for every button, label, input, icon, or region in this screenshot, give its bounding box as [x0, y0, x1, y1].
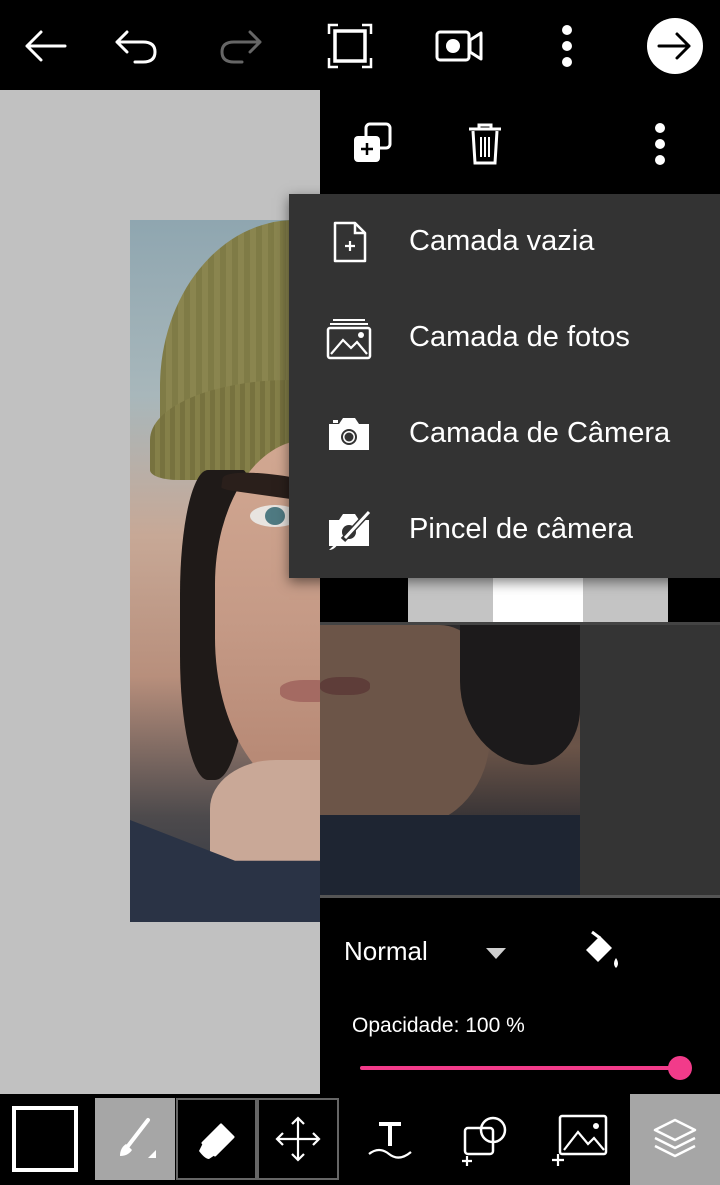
layer-thumbnail — [320, 625, 580, 895]
image-add-icon — [552, 1114, 608, 1166]
thumb-shirt — [320, 815, 580, 895]
menu-item-photo-layer[interactable]: Camada de fotos — [289, 290, 720, 386]
more-vertical-icon[interactable] — [535, 14, 599, 78]
paint-bucket-icon[interactable] — [570, 920, 630, 980]
blank-file-plus-icon — [323, 218, 375, 266]
more-vertical-icon[interactable] — [632, 116, 688, 172]
layer-item-2[interactable] — [320, 625, 720, 895]
thumb-lip — [320, 677, 370, 695]
bottom-toolbar — [0, 1094, 720, 1185]
photo-icon — [323, 314, 375, 362]
slider-knob[interactable] — [668, 1056, 692, 1080]
layer-divider — [320, 895, 720, 898]
blend-mode-dropdown[interactable]: Normal — [344, 936, 428, 967]
menu-item-camera-brush[interactable]: Pincel de câmera — [289, 482, 720, 578]
brush-icon — [120, 1118, 156, 1158]
opacity-label: Opacidade: 100 % — [352, 1014, 525, 1037]
top-toolbar — [0, 0, 720, 90]
layers-tool[interactable] — [630, 1094, 720, 1185]
redo-icon[interactable] — [210, 14, 274, 78]
move-icon — [275, 1116, 321, 1162]
eraser-tool[interactable] — [176, 1098, 257, 1180]
fullscreen-icon[interactable] — [318, 14, 382, 78]
shape-tool[interactable] — [446, 1098, 526, 1180]
image-add-tool[interactable] — [546, 1098, 616, 1180]
video-record-icon[interactable] — [427, 14, 491, 78]
opacity-slider[interactable] — [360, 1056, 692, 1080]
add-layer-menu: Camada vazia Camada de fotos Camada de C… — [289, 194, 720, 578]
shape-add-icon — [462, 1116, 507, 1166]
menu-item-label: Camada de fotos — [409, 321, 630, 353]
slider-track — [360, 1066, 680, 1070]
back-arrow-icon[interactable] — [13, 14, 77, 78]
blend-mode-row: Normal — [320, 920, 720, 990]
chevron-down-icon[interactable] — [486, 948, 506, 959]
brush-tool[interactable] — [95, 1098, 175, 1180]
trash-icon[interactable] — [457, 116, 513, 172]
move-tool[interactable] — [257, 1098, 339, 1180]
camera-brush-icon — [323, 506, 375, 554]
menu-item-label: Pincel de câmera — [409, 513, 634, 545]
layer-toolbar — [320, 90, 720, 194]
next-arrow-icon[interactable] — [643, 14, 707, 78]
transparency-checker — [408, 578, 668, 622]
color-swatch[interactable] — [12, 1106, 78, 1172]
canvas-area[interactable] — [0, 90, 320, 1094]
photo-lip — [280, 680, 320, 702]
eraser-icon — [198, 1123, 234, 1159]
text-icon — [368, 1122, 412, 1159]
menu-item-camera-layer[interactable]: Camada de Câmera — [289, 386, 720, 482]
menu-item-label: Camada de Câmera — [409, 417, 671, 449]
text-tool[interactable] — [350, 1098, 430, 1180]
camera-icon — [323, 410, 375, 458]
undo-icon[interactable] — [103, 14, 167, 78]
photo-iris — [265, 507, 285, 525]
menu-item-label: Camada vazia — [409, 225, 595, 257]
menu-item-empty-layer[interactable]: Camada vazia — [289, 194, 720, 290]
layers-icon — [653, 1118, 697, 1157]
add-layer-icon[interactable] — [344, 116, 400, 172]
